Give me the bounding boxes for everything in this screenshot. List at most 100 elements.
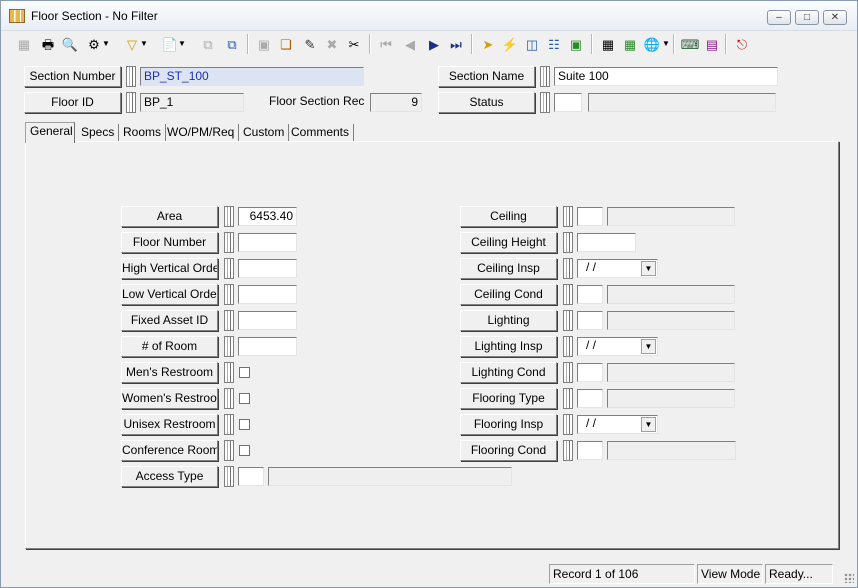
flooring-type-code-field[interactable] xyxy=(577,389,603,408)
ceiling-code-field[interactable] xyxy=(577,207,603,226)
ceiling-label-button[interactable]: Ceiling xyxy=(460,206,557,227)
low-vertical-order-field[interactable] xyxy=(238,285,297,304)
access-type-label-button[interactable]: Access Type xyxy=(121,466,218,487)
close-button[interactable]: ✕ xyxy=(823,10,847,25)
ceiling-insp-date-picker[interactable]: / / ▼ xyxy=(577,259,658,278)
prev-record-icon[interactable]: ◀ xyxy=(399,33,421,55)
maximize-button[interactable]: □ xyxy=(795,10,819,25)
quick-action-icon[interactable]: ⚡ xyxy=(499,33,521,55)
lighting-insp-date-picker[interactable]: / / ▼ xyxy=(577,337,658,356)
print-icon[interactable]: 🖶 xyxy=(37,33,59,55)
mens-restroom-checkbox[interactable] xyxy=(239,367,250,378)
chevron-down-icon[interactable]: ▼ xyxy=(641,417,656,432)
section-name-grip[interactable] xyxy=(540,66,550,87)
last-record-icon[interactable]: ⏭ xyxy=(445,33,467,55)
unisex-restroom-checkbox[interactable] xyxy=(239,419,250,430)
womens-restroom-label-button[interactable]: Women's Restroom xyxy=(121,388,218,409)
floor-id-lookup-grip[interactable] xyxy=(126,92,136,113)
search-dropdown-icon[interactable]: ▼ xyxy=(101,33,111,55)
status-code-field[interactable] xyxy=(554,93,582,112)
copy-icon[interactable]: ⧉ xyxy=(197,33,219,55)
globe-icon[interactable]: 🌐 xyxy=(641,33,663,55)
status-lookup-grip[interactable] xyxy=(540,92,550,113)
ceiling-cond-grip[interactable] xyxy=(563,284,573,305)
flooring-cond-grip[interactable] xyxy=(563,440,573,461)
high-vertical-order-grip[interactable] xyxy=(224,258,234,279)
go-icon[interactable]: ➤ xyxy=(477,33,499,55)
fixed-asset-id-label-button[interactable]: Fixed Asset ID xyxy=(121,310,218,331)
unisex-restroom-grip[interactable] xyxy=(224,414,234,435)
print-preview-icon[interactable]: 🔍 xyxy=(59,33,81,55)
org-chart-icon[interactable]: ☷ xyxy=(543,33,565,55)
section-name-label-button[interactable]: Section Name xyxy=(438,66,535,87)
map-icon[interactable]: ▦ xyxy=(619,33,641,55)
report-dropdown-icon[interactable]: ▼ xyxy=(177,33,187,55)
delete-icon[interactable]: ✖ xyxy=(321,33,343,55)
duplicate-icon[interactable]: ⧉ xyxy=(221,33,243,55)
area-grip[interactable] xyxy=(224,206,234,227)
next-record-icon[interactable]: ▶ xyxy=(423,33,445,55)
conference-room-grip[interactable] xyxy=(224,440,234,461)
status-label-button[interactable]: Status xyxy=(438,92,535,113)
lighting-code-field[interactable] xyxy=(577,311,603,330)
room-count-field[interactable] xyxy=(238,337,297,356)
image-icon[interactable]: ▣ xyxy=(565,33,587,55)
ceiling-height-label-button[interactable]: Ceiling Height xyxy=(460,232,557,253)
tab-specs[interactable]: Specs xyxy=(77,124,120,142)
lighting-label-button[interactable]: Lighting xyxy=(460,310,557,331)
room-count-grip[interactable] xyxy=(224,336,234,357)
workflow-icon[interactable]: ◫ xyxy=(521,33,543,55)
ceiling-height-grip[interactable] xyxy=(563,232,573,253)
access-type-grip[interactable] xyxy=(224,466,234,487)
room-count-label-button[interactable]: # of Room xyxy=(121,336,218,357)
title-bar[interactable]: Floor Section - No Filter – □ ✕ xyxy=(1,1,857,31)
keyboard-icon[interactable]: ⌨ xyxy=(679,33,701,55)
conference-room-label-button[interactable]: Conference Room xyxy=(121,440,218,461)
chevron-down-icon[interactable]: ▼ xyxy=(641,261,656,276)
floor-number-field[interactable] xyxy=(238,233,297,252)
save-icon[interactable]: ▣ xyxy=(253,33,275,55)
flooring-cond-label-button[interactable]: Flooring Cond xyxy=(460,440,557,461)
tab-rooms[interactable]: Rooms xyxy=(119,124,167,142)
section-name-field[interactable]: Suite 100 xyxy=(554,67,778,86)
mens-restroom-label-button[interactable]: Men's Restroom xyxy=(121,362,218,383)
tab-wo-pm-req[interactable]: WO/PM/Req xyxy=(163,124,240,142)
unisex-restroom-label-button[interactable]: Unisex Restroom xyxy=(121,414,218,435)
lighting-insp-label-button[interactable]: Lighting Insp xyxy=(460,336,557,357)
floor-number-label-button[interactable]: Floor Number xyxy=(121,232,218,253)
edit-icon[interactable]: ✎ xyxy=(299,33,321,55)
section-number-field[interactable]: BP_ST_100 xyxy=(140,67,364,86)
resize-grip-icon[interactable] xyxy=(844,573,854,583)
tab-general[interactable]: General xyxy=(25,122,75,143)
minimize-button[interactable]: – xyxy=(767,10,791,25)
lighting-insp-grip[interactable] xyxy=(563,336,573,357)
attach-icon[interactable]: ❏ xyxy=(275,33,297,55)
section-number-lookup-grip[interactable] xyxy=(126,66,136,87)
fixed-asset-id-grip[interactable] xyxy=(224,310,234,331)
area-label-button[interactable]: Area xyxy=(121,206,218,227)
flooring-insp-date-picker[interactable]: / / ▼ xyxy=(577,415,658,434)
globe-dropdown-icon[interactable]: ▼ xyxy=(661,33,671,55)
exit-icon[interactable]: ⎋ xyxy=(731,33,753,55)
flooring-type-label-button[interactable]: Flooring Type xyxy=(460,388,557,409)
new-icon[interactable]: ▦ xyxy=(13,33,35,55)
ceiling-grip[interactable] xyxy=(563,206,573,227)
fixed-asset-id-field[interactable] xyxy=(238,311,297,330)
ceiling-insp-grip[interactable] xyxy=(563,258,573,279)
flooring-cond-code-field[interactable] xyxy=(577,441,603,460)
ceiling-height-field[interactable] xyxy=(577,233,636,252)
chevron-down-icon[interactable]: ▼ xyxy=(641,339,656,354)
womens-restroom-grip[interactable] xyxy=(224,388,234,409)
ceiling-insp-label-button[interactable]: Ceiling Insp xyxy=(460,258,557,279)
high-vertical-order-field[interactable] xyxy=(238,259,297,278)
section-number-label-button[interactable]: Section Number xyxy=(24,66,121,87)
flooring-insp-label-button[interactable]: Flooring Insp xyxy=(460,414,557,435)
low-vertical-order-grip[interactable] xyxy=(224,284,234,305)
calculator-icon[interactable]: ▦ xyxy=(597,33,619,55)
floor-id-field[interactable]: BP_1 xyxy=(140,93,244,112)
tab-custom[interactable]: Custom xyxy=(239,124,290,142)
tab-comments[interactable]: Comments xyxy=(287,124,355,142)
floor-id-label-button[interactable]: Floor ID xyxy=(24,92,121,113)
high-vertical-order-label-button[interactable]: High Vertical Order xyxy=(121,258,218,279)
access-type-code-field[interactable] xyxy=(238,467,264,486)
